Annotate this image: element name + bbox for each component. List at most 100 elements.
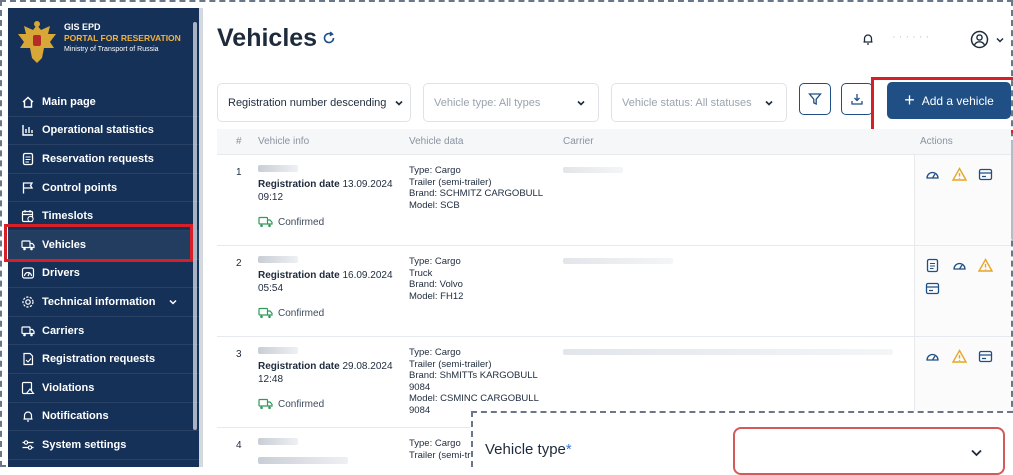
chevron-down-icon	[765, 100, 773, 106]
sidebar-item-control-points[interactable]: Control points	[8, 174, 199, 203]
column-header: Actions	[920, 136, 953, 147]
funnel-icon	[808, 93, 822, 106]
vehicle-brand: Brand: SCHMITZ CARGOBULL	[409, 188, 544, 199]
sidebar-item-drivers[interactable]: Drivers	[8, 260, 199, 289]
truck-icon	[258, 398, 273, 410]
row-number: 1	[236, 167, 242, 178]
sidebar-nav: Main page Operational statistics Reserva…	[8, 88, 199, 460]
carrier-redacted	[563, 258, 673, 264]
flag-icon	[22, 181, 34, 194]
brand-logo[interactable]: GIS EPD PORTAL FOR RESERVATION Ministry …	[16, 20, 186, 68]
page-title: Vehicles	[217, 24, 318, 52]
sidebar-item-operational-statistics[interactable]: Operational statistics	[8, 117, 199, 146]
brand-title: GIS EPD	[64, 22, 101, 32]
eagle-emblem-icon	[18, 21, 56, 63]
registration-date-redacted	[258, 457, 348, 464]
card-icon[interactable]	[925, 281, 940, 296]
vehicle-type: Type: Cargo	[409, 165, 461, 176]
brand-ministry: Ministry of Transport of Russia	[64, 46, 159, 53]
export-button[interactable]	[841, 83, 873, 115]
steering-icon	[21, 267, 35, 279]
vehicle-type-filter[interactable]: Vehicle type: All types	[423, 83, 599, 122]
gear-icon	[22, 296, 34, 308]
sidebar-item-violations[interactable]: Violations	[8, 374, 199, 403]
vehicle-brand-extra: 9084	[409, 381, 431, 393]
registration-time-value: 05:54	[258, 283, 284, 294]
sidebar-item-label: Registration requests	[42, 353, 156, 366]
sidebar-item-registration-requests[interactable]: Registration requests	[8, 345, 199, 374]
document-icon	[22, 152, 34, 166]
sidebar-item-reservation-requests[interactable]: Reservation requests	[8, 145, 199, 174]
calendar-clock-icon	[21, 210, 34, 223]
truck-icon	[21, 325, 35, 336]
sidebar-item-carriers[interactable]: Carriers	[8, 317, 199, 346]
registration-date-value: 16.09.2024	[342, 270, 393, 281]
vehicle-model: Model: FH12	[409, 290, 464, 302]
sidebar-item-label: Reservation requests	[42, 152, 154, 165]
sort-select[interactable]: Registration number descending	[217, 83, 411, 122]
registration-number-redacted	[258, 347, 298, 354]
sidebar-item-label: System settings	[42, 438, 127, 451]
truck-icon	[258, 307, 273, 319]
registration-date-value: 29.08.2024	[342, 361, 393, 372]
notification-bell-icon[interactable]	[861, 32, 875, 46]
vehicle-status-filter[interactable]: Vehicle status: All statuses	[611, 83, 787, 122]
status-badge: Confirmed	[258, 398, 324, 410]
registration-number-redacted	[258, 256, 298, 263]
account-chevron-down-icon[interactable]	[995, 35, 1005, 45]
home-icon	[22, 96, 34, 108]
registration-date: Registration date 16.09.2024 05:54	[258, 269, 393, 295]
vehicle-model: Model: CSMINC CARGOBULL	[409, 393, 539, 404]
registration-date: Registration date 29.08.2024 12:48	[258, 360, 393, 386]
warning-icon[interactable]	[952, 167, 967, 182]
sidebar-item-technical-information[interactable]: Technical information	[8, 288, 199, 317]
vehicle-data: Type: Cargo Truck Brand: Volvo Model: FH…	[409, 256, 559, 302]
row-actions	[914, 246, 1011, 336]
account-icon[interactable]	[970, 30, 989, 49]
brand-subtitle: PORTAL FOR RESERVATION	[64, 33, 181, 43]
row-actions	[914, 155, 1011, 245]
vehicle-brand: Brand: Volvo	[409, 279, 463, 290]
vehicle-data: Type: Cargo Trailer (semi-trailer) Brand…	[409, 347, 559, 416]
warning-icon[interactable]	[952, 349, 967, 364]
card-icon[interactable]	[978, 167, 993, 182]
sidebar-item-label: Notifications	[42, 410, 109, 423]
column-header: #	[236, 136, 242, 147]
document-icon[interactable]	[925, 258, 940, 273]
truck-icon	[258, 216, 273, 228]
registration-date-label: Registration date	[258, 179, 340, 190]
speedometer-icon[interactable]	[952, 258, 967, 273]
vehicle-type-label-text: Vehicle type	[485, 441, 566, 458]
sidebar-item-label: Violations	[42, 381, 95, 394]
sidebar-item-notifications[interactable]: Notifications	[8, 403, 199, 432]
sidebar-item-label: Drivers	[42, 267, 80, 280]
main-content: Vehicles · · · · · · Registration number…	[199, 8, 1013, 467]
sidebar-item-main-page[interactable]: Main page	[8, 88, 199, 117]
bar-chart-icon	[22, 125, 33, 137]
add-vehicle-highlight-box	[871, 77, 1013, 133]
vehicle-type-filter-placeholder: Vehicle type: All types	[434, 96, 541, 109]
row-number: 3	[236, 349, 242, 360]
warning-icon[interactable]	[978, 258, 993, 273]
refresh-icon[interactable]	[321, 30, 337, 46]
download-icon	[851, 94, 863, 105]
card-icon[interactable]	[978, 349, 993, 364]
speedometer-icon[interactable]	[925, 349, 940, 364]
table-row[interactable]: 1 Registration date 13.09.2024 09:12 Con…	[217, 155, 1011, 246]
vehicle-kind: Trailer (semi-trailer)	[409, 358, 492, 370]
registration-date: Registration date 13.09.2024 09:12	[258, 178, 393, 204]
column-header: Vehicle data	[409, 136, 464, 147]
column-header: Vehicle info	[258, 136, 310, 147]
table-row[interactable]: 2 Registration date 16.09.2024 05:54 Con…	[217, 246, 1011, 337]
vehicle-type: Type: Cargo	[409, 347, 461, 358]
sidebar-item-system-settings[interactable]: System settings	[8, 431, 199, 460]
user-name[interactable]: · · · · · ·	[892, 31, 929, 43]
row-number: 2	[236, 258, 242, 269]
status-badge: Confirmed	[258, 307, 324, 319]
registration-number-redacted	[258, 165, 298, 172]
filter-button[interactable]	[799, 83, 831, 115]
vehicle-type-select[interactable]	[733, 427, 1005, 475]
speedometer-icon[interactable]	[925, 167, 940, 182]
document-icon	[23, 353, 34, 366]
chevron-down-icon	[577, 100, 585, 106]
